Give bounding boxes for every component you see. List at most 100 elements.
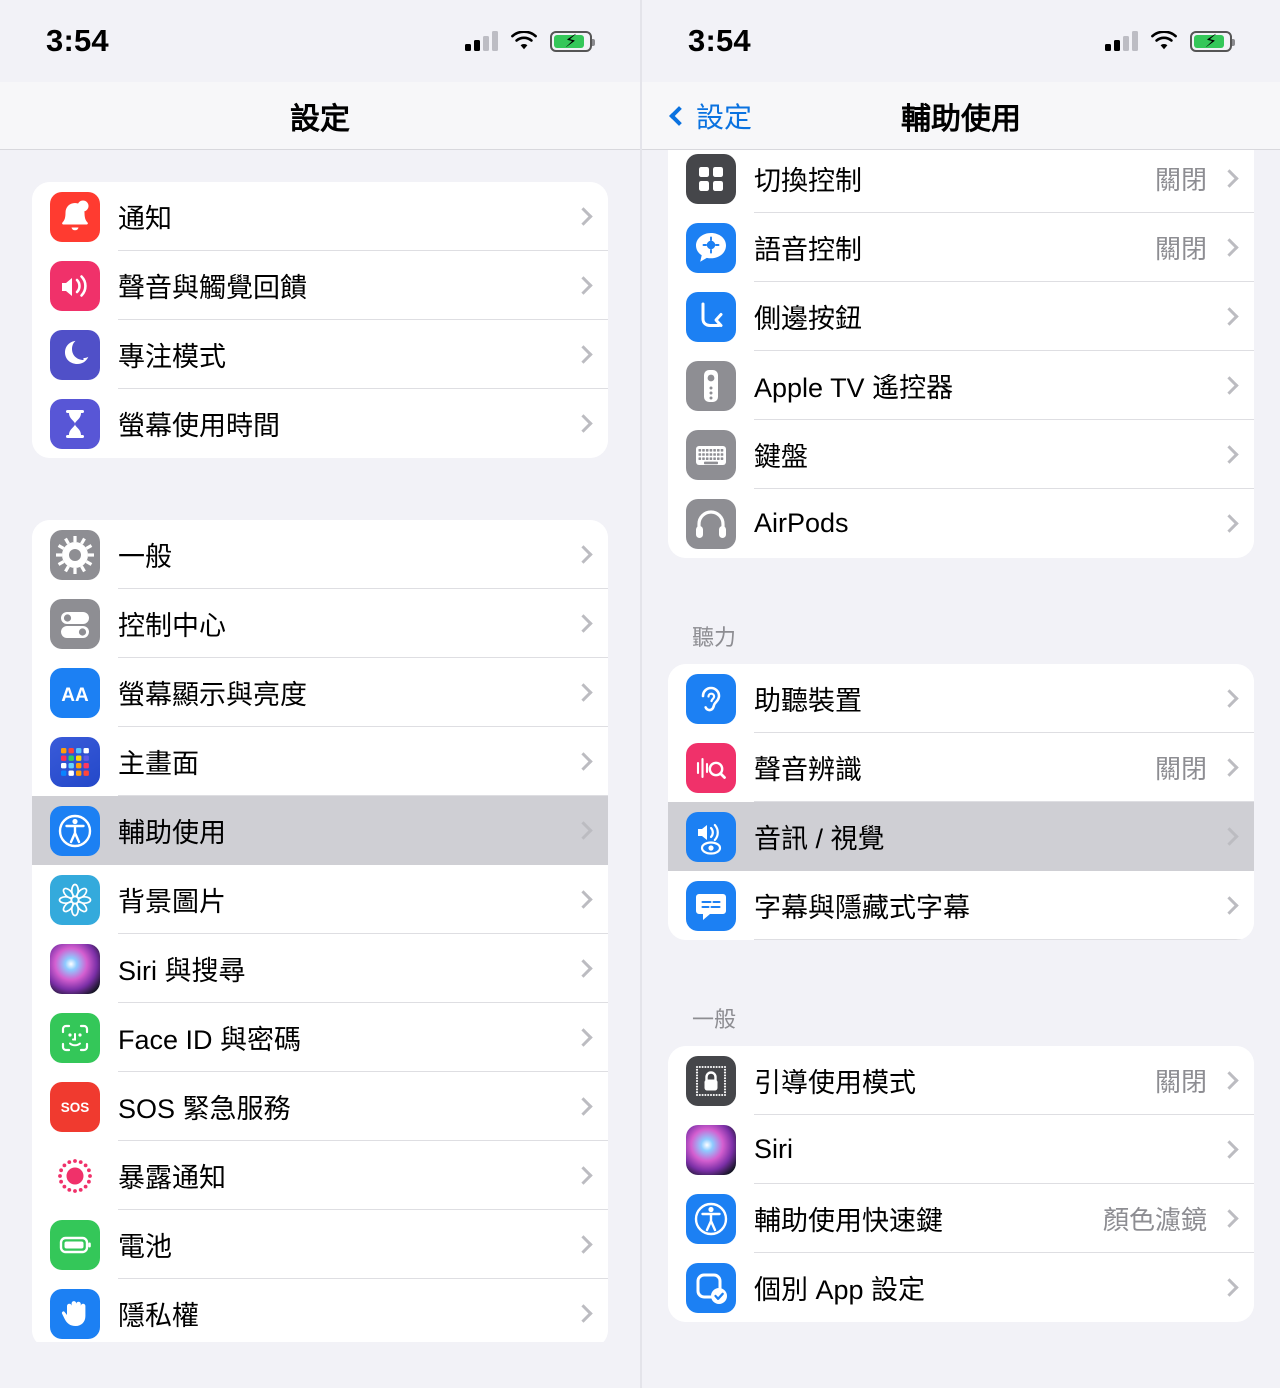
list-item[interactable]: 助聽裝置 xyxy=(668,664,1254,733)
list-item[interactable]: 背景圖片 xyxy=(32,865,608,934)
list-item[interactable]: 輔助使用 xyxy=(32,796,608,865)
list-item-label: 輔助使用 xyxy=(118,818,226,848)
list-item[interactable]: SOS SOS 緊急服務 xyxy=(32,1072,608,1141)
list-item[interactable]: Apple TV 遙控器 xyxy=(668,351,1254,420)
list-item[interactable]: 聲音與觸覺回饋 xyxy=(32,251,608,320)
list-item[interactable]: 語音控制 關閉 xyxy=(668,213,1254,282)
list-item-body: 主畫面 xyxy=(118,727,608,796)
list-item-body: 聲音與觸覺回饋 xyxy=(118,251,608,320)
list-item-body: 側邊按鈕 xyxy=(754,282,1254,351)
list-item-label: 螢幕顯示與亮度 xyxy=(118,679,307,710)
accessibility-icon xyxy=(50,805,100,856)
back-button[interactable]: 設定 xyxy=(669,96,752,136)
chevron-right-icon xyxy=(1220,1278,1239,1297)
list-item-label: SOS 緊急服務 xyxy=(118,1093,291,1124)
chevron-right-icon xyxy=(574,206,593,226)
list-item[interactable]: 主畫面 xyxy=(32,727,608,796)
list-item[interactable]: 隱私權 xyxy=(32,1279,608,1348)
switch-control-icon xyxy=(686,153,736,204)
list-item-label: 螢幕使用時間 xyxy=(118,411,280,441)
list-item[interactable]: 側邊按鈕 xyxy=(668,282,1254,351)
settings-card: 一般 控制中心 AA 螢幕顯示與亮度 主畫面輔助使用背景圖片 Siri 與搜尋 Face I… xyxy=(32,520,608,1348)
list-item[interactable]: 音訊 / 視覺 xyxy=(668,802,1254,871)
list-item-label: 隱私權 xyxy=(118,1301,199,1331)
list-item-body: Apple TV 遙控器 xyxy=(754,351,1254,420)
chevron-right-icon xyxy=(1220,444,1239,464)
chevron-right-icon xyxy=(574,821,593,840)
list-item[interactable]: 電池 xyxy=(32,1210,608,1279)
chevron-right-icon xyxy=(1220,1208,1239,1228)
chevron-right-icon xyxy=(574,889,593,909)
wallpaper-flower-icon xyxy=(50,874,100,925)
subtitles-icon xyxy=(686,880,736,931)
battery-icon xyxy=(50,1219,100,1270)
chevron-right-icon xyxy=(1220,306,1239,326)
list-item[interactable]: 字幕與隱藏式字幕 xyxy=(668,871,1254,940)
list-item-body: 電池 xyxy=(118,1210,608,1279)
sound-recognition-icon xyxy=(686,742,736,793)
page-title: 輔助使用 xyxy=(901,102,1021,136)
status-bar-time: 3:54 xyxy=(688,23,751,58)
per-app-settings-icon xyxy=(686,1262,736,1313)
list-item[interactable]: 個別 App 設定 xyxy=(668,1253,1254,1322)
list-item-body: 助聽裝置 xyxy=(754,664,1254,733)
list-item-body: Face ID 與密碼 xyxy=(118,1003,608,1072)
side-button-icon xyxy=(686,291,736,342)
nav-bar: 設定 xyxy=(0,82,640,150)
list-item-label: 語音控制 xyxy=(754,234,862,265)
list-item-label: 背景圖片 xyxy=(118,886,226,917)
accessibility-list[interactable]: 切換控制 關閉 語音控制 關閉 側邊按鈕 Apple TV 遙控器 鍵盤 AirPods 聽力助… xyxy=(642,144,1280,1388)
list-item[interactable]: 控制中心 xyxy=(32,589,608,658)
list-item-label: 電池 xyxy=(118,1231,172,1262)
chevron-right-icon xyxy=(1220,688,1239,708)
list-item-body: 一般 xyxy=(118,520,608,589)
list-item[interactable]: 專注模式 xyxy=(32,320,608,389)
list-item[interactable]: 聲音辨識 關閉 xyxy=(668,733,1254,802)
guided-access-lock-icon xyxy=(686,1055,736,1106)
list-item[interactable]: 引導使用模式 關閉 xyxy=(668,1046,1254,1115)
list-item-label: 聲音辨識 xyxy=(754,754,862,785)
nav-bar: 設定 輔助使用 xyxy=(642,82,1280,150)
list-item[interactable]: Face ID 與密碼 xyxy=(32,1003,608,1072)
chevron-right-icon xyxy=(1220,1139,1239,1159)
list-item[interactable]: AirPods xyxy=(668,489,1254,558)
list-item-body: 鍵盤 xyxy=(754,420,1254,489)
face-id-icon xyxy=(50,1012,100,1063)
battery-charging-icon: ⚡ xyxy=(550,30,595,52)
list-item[interactable]: 通知 xyxy=(32,182,608,251)
list-item-label: 暴露通知 xyxy=(118,1162,226,1193)
list-item-label: 側邊按鈕 xyxy=(754,303,862,334)
list-item-body: 暴露通知 xyxy=(118,1141,608,1210)
list-item[interactable]: 切換控制 關閉 xyxy=(668,144,1254,213)
list-item[interactable]: Siri 與搜尋 xyxy=(32,934,608,1003)
settings-list[interactable]: 通知聲音與觸覺回饋 專注模式螢幕使用時間一般 控制中心 AA 螢幕顯示與亮度 主畫面輔助使… xyxy=(0,150,640,1388)
list-item[interactable]: Siri xyxy=(668,1115,1254,1184)
list-item-body: Siri xyxy=(754,1115,1254,1184)
list-item-label: 鍵盤 xyxy=(754,441,808,472)
list-item-value: 關閉 xyxy=(1154,164,1207,195)
chevron-right-icon xyxy=(1220,1070,1239,1090)
list-item-label: 引導使用模式 xyxy=(754,1067,916,1098)
list-item[interactable]: 輔助使用快速鍵 顏色濾鏡 xyxy=(668,1184,1254,1253)
hourglass-icon xyxy=(50,398,100,449)
chevron-right-icon xyxy=(574,1096,593,1116)
list-item[interactable]: 螢幕使用時間 xyxy=(32,389,608,458)
list-item-body: 螢幕使用時間 xyxy=(118,389,608,458)
list-item[interactable]: 暴露通知 xyxy=(32,1141,608,1210)
list-item-body: AirPods xyxy=(754,489,1254,558)
cellular-icon xyxy=(465,31,498,51)
list-item-label: 輔助使用快速鍵 xyxy=(754,1205,943,1236)
list-item-value: 關閉 xyxy=(1154,233,1207,264)
list-item-label: 通知 xyxy=(118,203,172,234)
svg-text:SOS: SOS xyxy=(61,1100,90,1115)
list-item-body: 通知 xyxy=(118,182,608,251)
chevron-right-icon xyxy=(574,751,593,771)
bottom-safe-area xyxy=(642,1342,1280,1388)
list-item[interactable]: AA 螢幕顯示與亮度 xyxy=(32,658,608,727)
list-item-body: 個別 App 設定 xyxy=(754,1253,1254,1322)
list-item-label: Apple TV 遙控器 xyxy=(754,372,954,403)
status-bar-indicators: ⚡ xyxy=(465,30,595,52)
list-item[interactable]: 一般 xyxy=(32,520,608,589)
settings-card: 通知聲音與觸覺回饋 專注模式螢幕使用時間 xyxy=(32,182,608,458)
list-item[interactable]: 鍵盤 xyxy=(668,420,1254,489)
